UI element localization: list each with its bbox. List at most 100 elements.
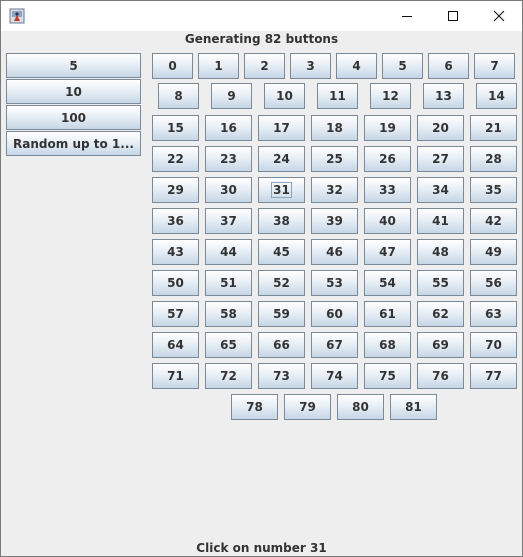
minimize-button[interactable] <box>384 1 430 31</box>
random-button[interactable]: Random up to 1... <box>6 131 141 156</box>
number-button-28[interactable]: 28 <box>470 146 517 172</box>
number-button-12[interactable]: 12 <box>370 83 411 109</box>
number-button-label: 0 <box>168 59 177 73</box>
number-button-11[interactable]: 11 <box>317 83 358 109</box>
number-button-44[interactable]: 44 <box>205 239 252 265</box>
preset-100-button[interactable]: 100 <box>6 105 141 130</box>
java-app-icon <box>9 8 25 24</box>
number-button-40[interactable]: 40 <box>364 208 411 234</box>
number-button-49[interactable]: 49 <box>470 239 517 265</box>
number-button-10[interactable]: 10 <box>264 83 305 109</box>
number-button-20[interactable]: 20 <box>417 115 464 141</box>
number-button-14[interactable]: 14 <box>476 83 517 109</box>
number-button-64[interactable]: 64 <box>152 332 199 358</box>
number-button-41[interactable]: 41 <box>417 208 464 234</box>
number-button-22[interactable]: 22 <box>152 146 199 172</box>
number-button-66[interactable]: 66 <box>258 332 305 358</box>
number-button-9[interactable]: 9 <box>211 83 252 109</box>
number-button-4[interactable]: 4 <box>336 53 377 79</box>
number-button-76[interactable]: 76 <box>417 363 464 389</box>
number-button-7[interactable]: 7 <box>474 53 515 79</box>
number-button-68[interactable]: 68 <box>364 332 411 358</box>
number-button-23[interactable]: 23 <box>205 146 252 172</box>
number-button-32[interactable]: 32 <box>311 177 358 203</box>
number-button-56[interactable]: 56 <box>470 270 517 296</box>
number-button-29[interactable]: 29 <box>152 177 199 203</box>
number-button-80[interactable]: 80 <box>337 394 384 420</box>
number-button-26[interactable]: 26 <box>364 146 411 172</box>
number-button-5[interactable]: 5 <box>382 53 423 79</box>
number-button-57[interactable]: 57 <box>152 301 199 327</box>
number-button-67[interactable]: 67 <box>311 332 358 358</box>
number-button-74[interactable]: 74 <box>311 363 358 389</box>
number-button-1[interactable]: 1 <box>198 53 239 79</box>
number-button-59[interactable]: 59 <box>258 301 305 327</box>
number-button-42[interactable]: 42 <box>470 208 517 234</box>
number-button-3[interactable]: 3 <box>290 53 331 79</box>
number-button-53[interactable]: 53 <box>311 270 358 296</box>
number-button-24[interactable]: 24 <box>258 146 305 172</box>
number-button-61[interactable]: 61 <box>364 301 411 327</box>
number-button-34[interactable]: 34 <box>417 177 464 203</box>
number-button-25[interactable]: 25 <box>311 146 358 172</box>
number-button-label: 68 <box>379 338 396 352</box>
close-button[interactable] <box>476 1 522 31</box>
number-button-16[interactable]: 16 <box>205 115 252 141</box>
number-button-39[interactable]: 39 <box>311 208 358 234</box>
number-button-36[interactable]: 36 <box>152 208 199 234</box>
number-button-77[interactable]: 77 <box>470 363 517 389</box>
number-button-19[interactable]: 19 <box>364 115 411 141</box>
number-button-31[interactable]: 31 <box>258 177 305 203</box>
number-button-51[interactable]: 51 <box>205 270 252 296</box>
number-button-8[interactable]: 8 <box>158 83 199 109</box>
number-button-63[interactable]: 63 <box>470 301 517 327</box>
number-button-47[interactable]: 47 <box>364 239 411 265</box>
number-button-78[interactable]: 78 <box>231 394 278 420</box>
number-button-6[interactable]: 6 <box>428 53 469 79</box>
number-button-65[interactable]: 65 <box>205 332 252 358</box>
number-button-label: 35 <box>485 183 502 197</box>
number-button-2[interactable]: 2 <box>244 53 285 79</box>
number-button-21[interactable]: 21 <box>470 115 517 141</box>
preset-10-button[interactable]: 10 <box>6 79 141 104</box>
number-button-label: 16 <box>220 121 237 135</box>
number-button-71[interactable]: 71 <box>152 363 199 389</box>
number-button-label: 50 <box>167 276 184 290</box>
number-button-label: 77 <box>485 369 502 383</box>
number-button-48[interactable]: 48 <box>417 239 464 265</box>
number-button-52[interactable]: 52 <box>258 270 305 296</box>
number-button-81[interactable]: 81 <box>390 394 437 420</box>
title-bar <box>1 1 522 31</box>
number-button-50[interactable]: 50 <box>152 270 199 296</box>
number-button-30[interactable]: 30 <box>205 177 252 203</box>
number-button-35[interactable]: 35 <box>470 177 517 203</box>
number-button-55[interactable]: 55 <box>417 270 464 296</box>
number-button-33[interactable]: 33 <box>364 177 411 203</box>
number-button-label: 70 <box>485 338 502 352</box>
number-button-17[interactable]: 17 <box>258 115 305 141</box>
number-button-18[interactable]: 18 <box>311 115 358 141</box>
number-button-43[interactable]: 43 <box>152 239 199 265</box>
number-button-label: 38 <box>273 214 290 228</box>
number-button-38[interactable]: 38 <box>258 208 305 234</box>
number-button-37[interactable]: 37 <box>205 208 252 234</box>
number-button-79[interactable]: 79 <box>284 394 331 420</box>
maximize-button[interactable] <box>430 1 476 31</box>
number-button-72[interactable]: 72 <box>205 363 252 389</box>
number-button-60[interactable]: 60 <box>311 301 358 327</box>
number-button-69[interactable]: 69 <box>417 332 464 358</box>
number-button-15[interactable]: 15 <box>152 115 199 141</box>
preset-5-button[interactable]: 5 <box>6 53 141 78</box>
number-button-54[interactable]: 54 <box>364 270 411 296</box>
number-button-45[interactable]: 45 <box>258 239 305 265</box>
number-button-13[interactable]: 13 <box>423 83 464 109</box>
number-button-label: 69 <box>432 338 449 352</box>
number-button-70[interactable]: 70 <box>470 332 517 358</box>
number-button-58[interactable]: 58 <box>205 301 252 327</box>
number-button-75[interactable]: 75 <box>364 363 411 389</box>
number-button-62[interactable]: 62 <box>417 301 464 327</box>
number-button-73[interactable]: 73 <box>258 363 305 389</box>
number-button-46[interactable]: 46 <box>311 239 358 265</box>
number-button-0[interactable]: 0 <box>152 53 193 79</box>
number-button-27[interactable]: 27 <box>417 146 464 172</box>
